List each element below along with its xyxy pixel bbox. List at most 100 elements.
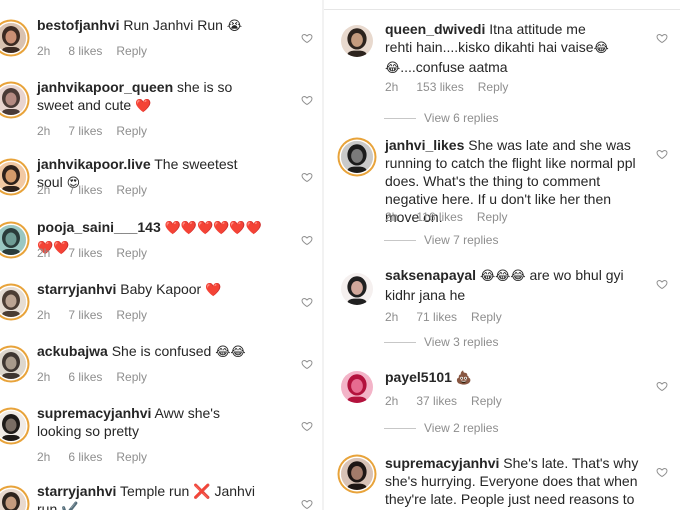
heart-icon[interactable] bbox=[656, 380, 668, 392]
comment-text: payel5101 💩 bbox=[385, 368, 647, 388]
heart-icon[interactable] bbox=[301, 32, 313, 44]
comment-emoji: 😂😂😂 bbox=[479, 269, 526, 284]
avatar[interactable] bbox=[0, 287, 26, 317]
heart-icon[interactable] bbox=[656, 278, 668, 290]
comment-time: 2h bbox=[37, 44, 51, 58]
avatar[interactable] bbox=[0, 411, 26, 441]
comment-body-continued: ....confuse aatma bbox=[400, 59, 508, 75]
comment-body: She is confused bbox=[111, 343, 212, 359]
comment-time: 2h bbox=[385, 210, 399, 224]
comment-username: janhvikapoor_queen bbox=[37, 79, 174, 95]
heart-icon[interactable] bbox=[301, 498, 313, 510]
avatar[interactable] bbox=[0, 349, 26, 379]
comment-emoji: ❤️ bbox=[205, 283, 222, 298]
view-replies-label: View 7 replies bbox=[424, 233, 499, 247]
view-replies-label: View 3 replies bbox=[424, 335, 499, 349]
comment-text: bestofjanhvi Run Janhvi Run 😭 bbox=[37, 16, 267, 36]
comment-emoji: 😂 bbox=[385, 61, 401, 76]
comment-time: 2h bbox=[385, 310, 399, 324]
comment-likes: 6 likes bbox=[68, 450, 103, 464]
comment-username: janhvikapoor.live bbox=[37, 156, 151, 172]
comment-username: queen_dwivedi bbox=[385, 21, 486, 37]
comment-text: supremacyjanhvi She's late. That's why s… bbox=[385, 454, 647, 510]
comment-text: ackubajwa She is confused 😂😂 bbox=[37, 342, 267, 362]
reply-button[interactable]: Reply bbox=[471, 310, 502, 324]
view-replies-label: View 6 replies bbox=[424, 111, 499, 125]
comment-username: supremacyjanhvi bbox=[385, 455, 500, 471]
comment-likes: 116 likes bbox=[416, 210, 463, 224]
comment-username: supremacyjanhvi bbox=[37, 405, 152, 421]
avatar[interactable] bbox=[341, 371, 373, 403]
comment-likes: 153 likes bbox=[416, 80, 464, 94]
reply-button[interactable]: Reply bbox=[478, 80, 509, 94]
heart-icon[interactable] bbox=[301, 171, 313, 183]
comment-username: payel5101 bbox=[385, 369, 452, 385]
comment-emoji: 😭 bbox=[226, 19, 243, 34]
avatar[interactable] bbox=[0, 85, 26, 115]
comment-username: starryjanhvi bbox=[37, 483, 117, 499]
avatar[interactable] bbox=[341, 273, 373, 305]
comment-text: supremacyjanhvi Aww she's looking so pre… bbox=[37, 404, 267, 440]
avatar[interactable] bbox=[0, 489, 26, 510]
comment-text: starryjanhvi Baby Kapoor ❤️ bbox=[37, 280, 267, 300]
comment-meta: 2h 7 likes Reply bbox=[37, 183, 161, 197]
comment-meta: 2h 6 likes Reply bbox=[37, 370, 161, 384]
comment-meta: 2h 153 likes Reply bbox=[385, 80, 522, 94]
heart-icon[interactable] bbox=[301, 234, 313, 246]
replies-line bbox=[384, 240, 416, 242]
heart-icon[interactable] bbox=[301, 358, 313, 370]
replies-line bbox=[384, 342, 416, 344]
comment-meta: 2h 37 likes Reply bbox=[385, 394, 516, 408]
view-replies-button[interactable]: View 7 replies bbox=[384, 233, 498, 247]
reply-button[interactable]: Reply bbox=[116, 124, 147, 138]
comment-meta: 2h 116 likes Reply bbox=[385, 210, 522, 224]
comment-text: janhvikapoor_queen she is so sweet and c… bbox=[37, 78, 267, 116]
reply-button[interactable]: Reply bbox=[116, 370, 147, 384]
reply-button[interactable]: Reply bbox=[477, 210, 508, 224]
comment-body: Run Janhvi Run bbox=[123, 17, 223, 33]
comment-text: queen_dwivedi Itna attitude me rehti hai… bbox=[385, 20, 610, 78]
replies-line bbox=[384, 118, 416, 120]
comment-likes: 71 likes bbox=[416, 310, 458, 324]
right-comments-panel: queen_dwivedi Itna attitude me rehti hai… bbox=[324, 0, 680, 510]
heart-icon[interactable] bbox=[656, 148, 668, 160]
reply-button[interactable]: Reply bbox=[116, 450, 147, 464]
avatar[interactable] bbox=[341, 25, 373, 57]
comment-username: janhvi_likes bbox=[385, 137, 465, 153]
comment-likes: 7 likes bbox=[68, 124, 103, 138]
comment-body: Baby Kapoor bbox=[120, 281, 202, 297]
reply-button[interactable]: Reply bbox=[116, 183, 147, 197]
reply-button[interactable]: Reply bbox=[471, 394, 502, 408]
view-replies-label: View 2 replies bbox=[424, 421, 499, 435]
reply-button[interactable]: Reply bbox=[116, 308, 147, 322]
comment-time: 2h bbox=[385, 80, 399, 94]
comment-likes: 6 likes bbox=[68, 370, 103, 384]
avatar[interactable] bbox=[0, 23, 26, 53]
avatar[interactable] bbox=[0, 162, 26, 192]
comment-meta: 2h 7 likes Reply bbox=[37, 124, 161, 138]
comment-time: 2h bbox=[37, 246, 51, 260]
heart-icon[interactable] bbox=[656, 466, 668, 478]
avatar[interactable] bbox=[341, 141, 373, 173]
comment-meta: 2h 8 likes Reply bbox=[37, 44, 161, 58]
avatar[interactable] bbox=[0, 225, 26, 255]
comment-time: 2h bbox=[385, 394, 399, 408]
view-replies-button[interactable]: View 2 replies bbox=[384, 421, 498, 435]
comment-text: starryjanhvi Temple run ❌ Janhvi run ✔️ bbox=[37, 482, 267, 510]
heart-icon[interactable] bbox=[656, 32, 668, 44]
reply-button[interactable]: Reply bbox=[116, 246, 147, 260]
comment-username: starryjanhvi bbox=[37, 281, 117, 297]
comment-username: ackubajwa bbox=[37, 343, 108, 359]
comment-username: pooja_saini___143 bbox=[37, 219, 161, 235]
avatar[interactable] bbox=[341, 458, 373, 490]
heart-icon[interactable] bbox=[301, 296, 313, 308]
view-replies-button[interactable]: View 3 replies bbox=[384, 335, 498, 349]
comment-time: 2h bbox=[37, 308, 51, 322]
comment-meta: 2h 7 likes Reply bbox=[37, 246, 161, 260]
comment-time: 2h bbox=[37, 370, 51, 384]
heart-icon[interactable] bbox=[301, 420, 313, 432]
heart-icon[interactable] bbox=[301, 94, 313, 106]
comment-emoji: 💩 bbox=[455, 371, 473, 386]
view-replies-button[interactable]: View 6 replies bbox=[384, 111, 498, 125]
reply-button[interactable]: Reply bbox=[116, 44, 147, 58]
